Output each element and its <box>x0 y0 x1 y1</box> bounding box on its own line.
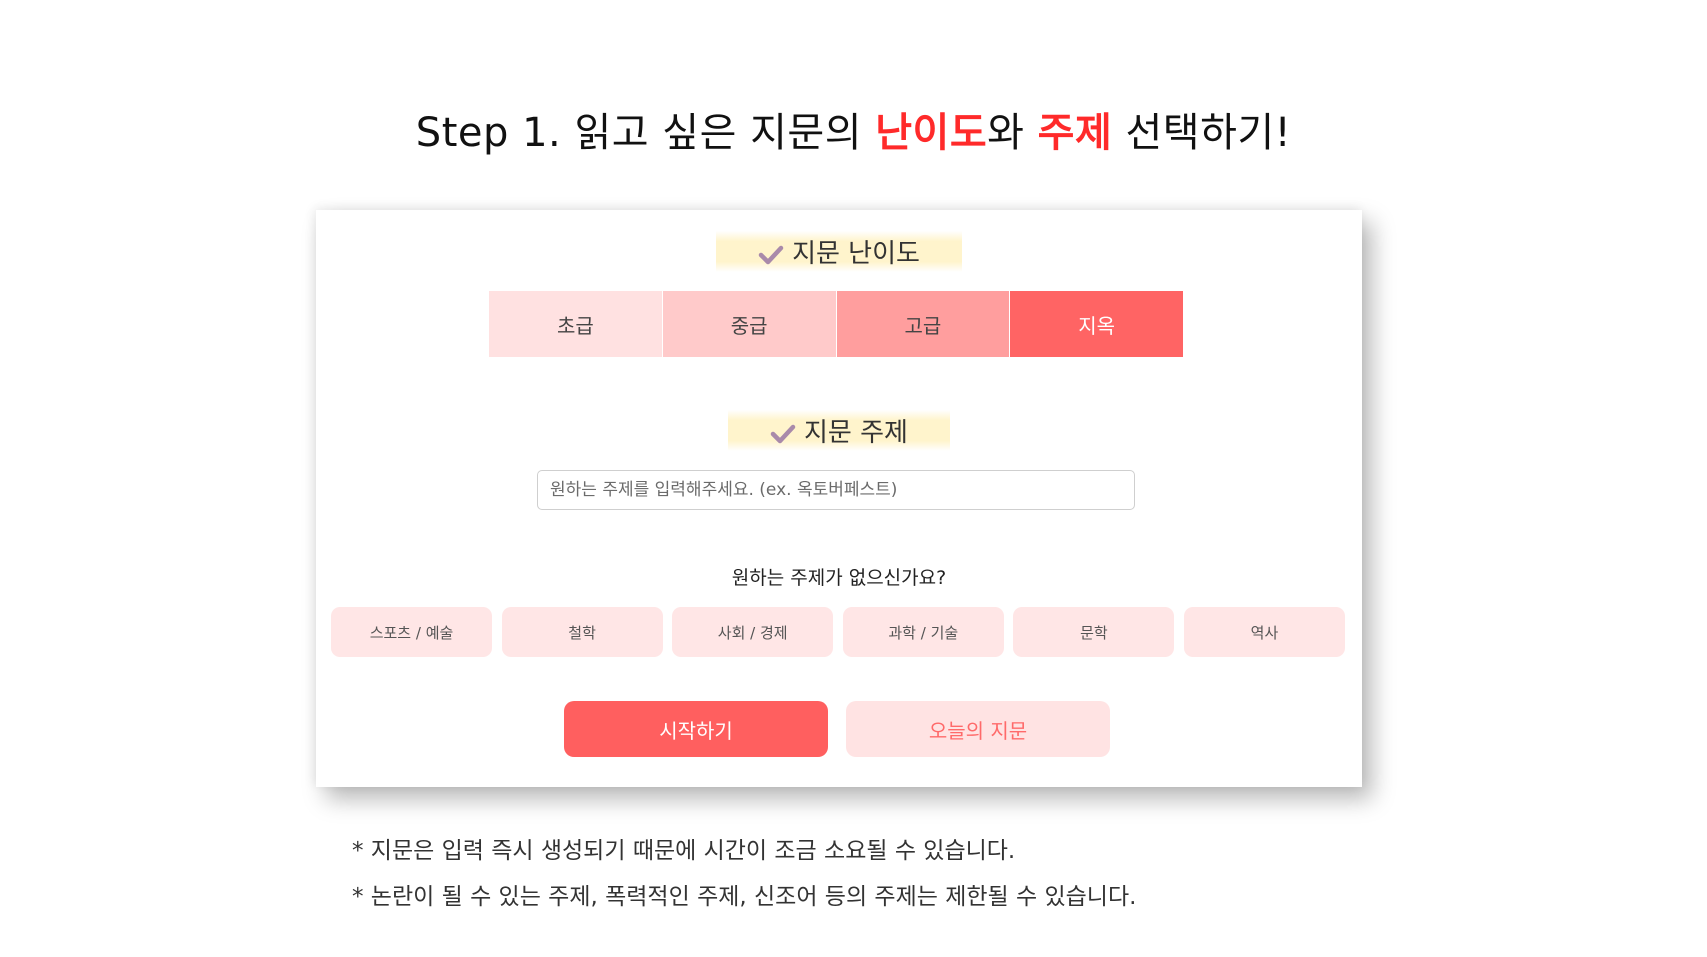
topic-chip-society-economy[interactable]: 사회 / 경제 <box>672 607 834 657</box>
difficulty-option-intermediate[interactable]: 중급 <box>661 291 836 357</box>
topic-chip-history[interactable]: 역사 <box>1183 607 1345 657</box>
difficulty-option-hell[interactable]: 지옥 <box>1009 291 1183 357</box>
topic-title-text: 지문 주제 <box>804 418 908 448</box>
topic-chip-sports-arts[interactable]: 스포츠 / 예술 <box>331 607 492 657</box>
start-button[interactable]: 시작하기 <box>564 701 828 757</box>
headline-highlight-difficulty: 난이도 <box>875 110 988 156</box>
note-generation-time: * 지문은 입력 즉시 생성되기 때문에 시간이 조금 소요될 수 있습니다. <box>352 838 1016 864</box>
check-icon <box>758 245 784 264</box>
notes: * 지문은 입력 즉시 생성되기 때문에 시간이 조금 소요될 수 있습니다. … <box>352 828 1136 920</box>
difficulty-option-beginner[interactable]: 초급 <box>489 291 662 357</box>
note-topic-restrictions: * 논란이 될 수 있는 주제, 폭력적인 주제, 신조어 등의 주제는 제한될… <box>352 884 1137 910</box>
no-topic-question: 원하는 주제가 없으신가요? <box>731 567 947 589</box>
difficulty-title-highlight: 지문 난이도 <box>716 231 962 272</box>
topic-chip-list: 스포츠 / 예술 철학 사회 / 경제 과학 / 기술 문학 역사 <box>331 607 1345 657</box>
headline-text-1: Step 1. 읽고 싶은 지문의 <box>415 110 876 156</box>
headline-text-3: 선택하기! <box>1112 110 1292 156</box>
headline-text-2: 와 <box>987 110 1038 156</box>
difficulty-title-text: 지문 난이도 <box>792 239 920 269</box>
check-icon <box>770 424 796 443</box>
headline-highlight-topic: 주제 <box>1037 110 1113 156</box>
topic-section-title: 지문 주제 <box>316 410 1362 451</box>
difficulty-selector: 초급 중급 고급 지옥 <box>489 291 1183 357</box>
today-passage-button[interactable]: 오늘의 지문 <box>846 701 1110 757</box>
difficulty-option-advanced[interactable]: 고급 <box>835 291 1010 357</box>
selection-panel: 지문 난이도 초급 중급 고급 지옥 지문 주제 원하는 주제가 없으신가요? … <box>316 210 1362 787</box>
topic-chip-science-tech[interactable]: 과학 / 기술 <box>842 607 1004 657</box>
topic-title-highlight: 지문 주제 <box>728 410 950 451</box>
difficulty-section-title: 지문 난이도 <box>316 231 1362 272</box>
page-headline: Step 1. 읽고 싶은 지문의 난이도와 주제 선택하기! <box>0 100 1707 158</box>
topic-input[interactable] <box>537 470 1135 510</box>
topic-chip-philosophy[interactable]: 철학 <box>501 607 663 657</box>
topic-chip-literature[interactable]: 문학 <box>1013 607 1175 657</box>
